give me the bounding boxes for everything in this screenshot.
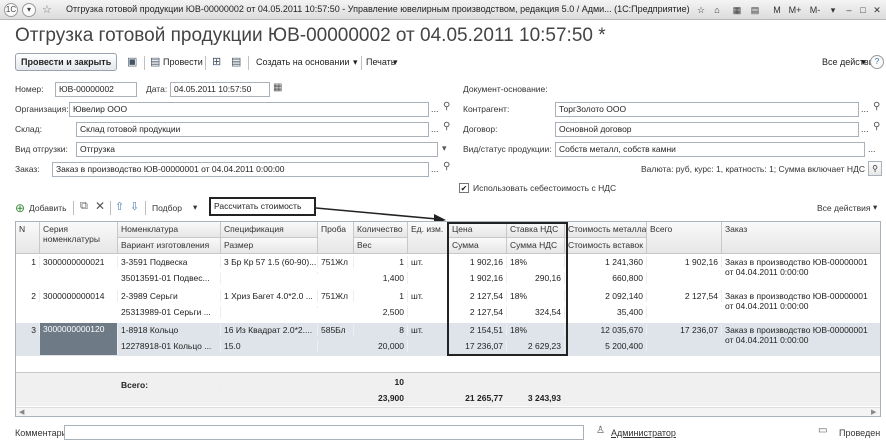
total-sum: 21 265,77	[449, 392, 507, 404]
col-n[interactable]: N	[16, 222, 40, 254]
cell-order[interactable]: Заказ в производство ЮВ-00000001 от 04.0…	[722, 290, 880, 314]
posted-status-icon: ▭	[818, 425, 828, 436]
cell-nomenclature[interactable]: 3-3591 Подвеска	[118, 256, 221, 268]
cell-variant[interactable]: 12278918-01 Кольцо ...	[118, 340, 221, 352]
cell-weight[interactable]: 20,000	[354, 340, 408, 352]
row-number: 2	[16, 290, 40, 302]
cell-size[interactable]	[221, 306, 318, 308]
col-qty[interactable]: Количество	[354, 222, 408, 238]
cell-unit[interactable]: шт.	[408, 290, 449, 302]
col-order[interactable]: Заказ	[722, 222, 880, 254]
cell-series[interactable]: 3000000000021	[40, 256, 118, 268]
cell-weight[interactable]: 1,400	[354, 272, 408, 284]
cell-qty[interactable]: 1	[354, 256, 408, 268]
scroll-right-icon[interactable]: ▶	[871, 408, 876, 416]
cell-metal-cost[interactable]: 1 241,360	[565, 256, 647, 268]
cell-proba[interactable]: 751Жл	[318, 256, 354, 268]
cell-proba[interactable]: 751Жл	[318, 290, 354, 302]
col-total[interactable]: Всего	[647, 222, 722, 254]
cell-total[interactable]: 2 127,54	[647, 290, 722, 302]
cell-inserts-cost[interactable]: 5 200,400	[565, 340, 647, 352]
scroll-left-icon[interactable]: ◀	[19, 408, 24, 416]
cell-variant[interactable]: 25313989-01 Серьги ...	[118, 306, 221, 318]
cell-unit[interactable]: шт.	[408, 324, 449, 336]
cell-order[interactable]: Заказ в производство ЮВ-00000001 от 04.0…	[722, 324, 880, 348]
col-nomenclature[interactable]: Номенклатура	[118, 222, 221, 238]
cell-order[interactable]: Заказ в производство ЮВ-00000001 от 04.0…	[722, 256, 880, 280]
cell-qty[interactable]: 1	[354, 290, 408, 302]
col-spec[interactable]: Спецификация	[221, 222, 318, 238]
cell-nomenclature[interactable]: 2-3989 Серьги	[118, 290, 221, 302]
cell-size[interactable]	[221, 272, 318, 274]
cell-weight[interactable]: 2,500	[354, 306, 408, 318]
comment-field[interactable]	[64, 425, 584, 440]
cell-spec[interactable]: 1 Хриз Багет 4.0*2.0 ...	[221, 290, 318, 302]
total-vat-sum: 3 243,93	[507, 392, 565, 404]
cell-total[interactable]: 17 236,07	[647, 324, 722, 336]
responsible-user-link[interactable]: Администратор	[611, 428, 676, 438]
cell-metal-cost[interactable]: 12 035,670	[565, 324, 647, 336]
cell-proba[interactable]: 585Бл	[318, 324, 354, 336]
posted-status: Проведен	[839, 428, 881, 438]
cell-variant[interactable]: 35013591-01 Подвес...	[118, 272, 221, 284]
col-proba[interactable]: Проба	[318, 222, 354, 254]
cell-spec[interactable]: 16 Из Квадрат 2.0*2....	[221, 324, 318, 336]
totals-label: Всего:	[118, 379, 221, 391]
cell-total[interactable]: 1 902,16	[647, 256, 722, 268]
user-icon: ♙	[596, 425, 605, 436]
cell-series[interactable]: 3000000000120	[40, 323, 118, 355]
goods-table[interactable]: N Серия номенклатуры Номенклатура Вариан…	[15, 221, 881, 417]
col-inserts-cost[interactable]: Стоимость вставок	[565, 238, 647, 254]
cell-size[interactable]: 15.0	[221, 340, 318, 352]
cell-inserts-cost[interactable]: 660,800	[565, 272, 647, 284]
col-variant[interactable]: Вариант изготовления	[118, 238, 221, 254]
total-weight: 23,900	[354, 392, 408, 404]
cell-spec[interactable]: 3 Бр Кр 57 1.5 (60-90)...	[221, 256, 318, 268]
cell-metal-cost[interactable]: 2 092,140	[565, 290, 647, 302]
cell-qty[interactable]: 8	[354, 324, 408, 336]
price-vat-highlight	[447, 222, 568, 356]
cell-inserts-cost[interactable]: 35,400	[565, 306, 647, 318]
row-number: 1	[16, 256, 40, 268]
horizontal-scrollbar[interactable]: ◀ ▶	[16, 407, 880, 416]
cell-series[interactable]: 3000000000014	[40, 290, 118, 302]
cell-unit[interactable]: шт.	[408, 256, 449, 268]
total-qty: 10	[354, 376, 408, 388]
col-weight[interactable]: Вес	[354, 238, 408, 254]
col-series[interactable]: Серия номенклатуры	[40, 222, 118, 254]
row-number: 3	[16, 324, 40, 336]
col-size[interactable]: Размер	[221, 238, 318, 254]
col-metal-cost[interactable]: Стоимость металла	[565, 222, 647, 238]
cell-nomenclature[interactable]: 1-8918 Кольцо	[118, 324, 221, 336]
col-unit[interactable]: Ед. изм.	[408, 222, 449, 254]
